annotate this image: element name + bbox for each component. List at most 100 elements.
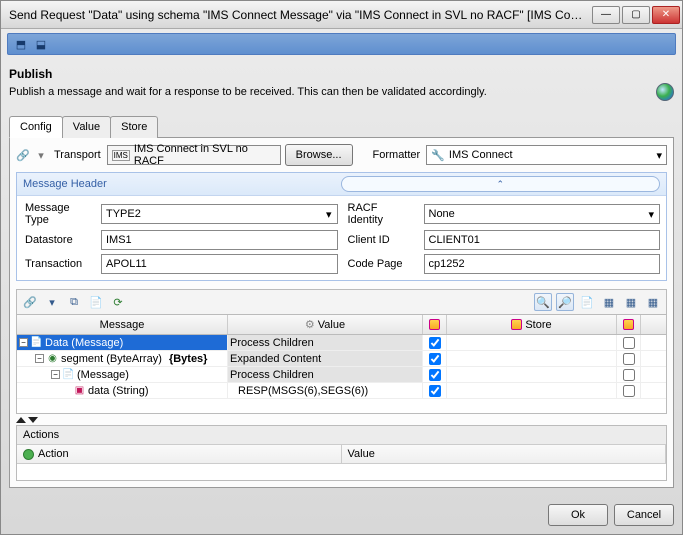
formatter-icon: 🔧 (431, 149, 445, 162)
transport-field: IMS IMS Connect in SVL no RACF (107, 145, 281, 165)
transport-label: Transport (52, 149, 103, 161)
tree-row-store[interactable] (623, 369, 635, 381)
collapse-icon[interactable]: ⌃ (341, 176, 661, 192)
expander-icon[interactable]: − (35, 354, 44, 363)
actions-title: Actions (17, 426, 666, 445)
chevron-down-icon: ▾ (656, 149, 662, 162)
titlebar[interactable]: Send Request "Data" using schema "IMS Co… (1, 1, 682, 29)
clientid-label: Client ID (346, 234, 416, 246)
tree-row-message[interactable]: − 📄 (Message) Process Children (17, 367, 666, 383)
message-tree-table: Message ⚙Value Store − 📄 Data (Message) … (16, 315, 667, 414)
tree-row-segment[interactable]: − ◉ segment (ByteArray) {Bytes} Expanded… (17, 351, 666, 367)
message-header-group: Message Header ⌃ Message Type TYPE2 ▾ RA… (16, 172, 667, 281)
section-title: Publish (9, 67, 674, 81)
grid3-icon[interactable]: ▦ (644, 293, 662, 311)
tree-row-store[interactable] (623, 385, 635, 397)
tree-row-name: data (String) (88, 385, 149, 397)
zoom-icon[interactable]: 🔍 (534, 293, 552, 311)
message-header-caption[interactable]: Message Header ⌃ (17, 173, 666, 196)
col-store[interactable]: Store (525, 319, 551, 331)
check-icon (23, 449, 34, 460)
browse-button[interactable]: Browse... (285, 144, 353, 166)
config-panel: 🔗 ▾ Transport IMS IMS Connect in SVL no … (9, 138, 674, 488)
tree-row-assert[interactable] (429, 385, 441, 397)
chain-icon[interactable]: 🔗 (16, 148, 30, 162)
col-value[interactable]: Value (318, 319, 345, 331)
message-type-label: Message Type (23, 202, 93, 226)
tree-row-value: RESP(MSGS(6),SEGS(6)) (238, 385, 368, 397)
tree-row-data[interactable]: − 📄 Data (Message) Process Children (17, 335, 666, 351)
tree-row-value: Expanded Content (230, 353, 321, 365)
tree-row-store[interactable] (623, 337, 635, 349)
copy-icon[interactable]: ⧉ (65, 293, 83, 311)
tree-row-value: Process Children (230, 369, 314, 381)
racf-select[interactable]: None ▾ (424, 204, 661, 224)
import-icon[interactable]: ⬒ (14, 37, 28, 51)
db-col-icon (429, 319, 440, 330)
close-button[interactable]: ✕ (652, 6, 680, 24)
refresh-icon[interactable]: ⟳ (109, 293, 127, 311)
codepage-label: Code Page (346, 258, 416, 270)
resize-handle[interactable] (16, 414, 667, 423)
minimize-button[interactable]: — (592, 6, 620, 24)
clientid-input[interactable] (424, 230, 661, 250)
grid2-icon[interactable]: ▦ (622, 293, 640, 311)
tree-row-assert[interactable] (429, 369, 441, 381)
actions-col-value[interactable]: Value (348, 448, 375, 460)
field-icon: ▣ (73, 384, 86, 397)
message-type-select[interactable]: TYPE2 ▾ (101, 204, 338, 224)
transport-row: 🔗 ▾ Transport IMS IMS Connect in SVL no … (16, 144, 667, 166)
ok-button[interactable]: Ok (548, 504, 608, 526)
cancel-button[interactable]: Cancel (614, 504, 674, 526)
col-message[interactable]: Message (100, 319, 145, 331)
chevron-down-icon: ▾ (323, 208, 335, 221)
expander-icon[interactable]: − (51, 370, 60, 379)
tree-row-name: Data (Message) (45, 337, 123, 349)
zoom-tree-icon[interactable]: 🔎 (556, 293, 574, 311)
datastore-input[interactable] (101, 230, 338, 250)
export-icon[interactable]: ⬓ (34, 37, 48, 51)
expander-icon[interactable]: − (19, 338, 28, 347)
list-view-icon[interactable]: 📄 (578, 293, 596, 311)
tree-row-datastr[interactable]: ▣ data (String) RESP(MSGS(6),SEGS(6)) (17, 383, 666, 399)
maximize-button[interactable]: ▢ (622, 6, 650, 24)
chevron-down-icon[interactable]: ▾ (34, 148, 48, 162)
ims-icon: IMS (112, 150, 130, 161)
dialog-window: Send Request "Data" using schema "IMS Co… (0, 0, 683, 535)
grid-icon[interactable]: ▦ (600, 293, 618, 311)
tab-config[interactable]: Config (9, 116, 63, 138)
message-toolbar: 🔗 ▾ ⧉ 📄 ⟳ 🔍 🔎 📄 ▦ ▦ ▦ (16, 289, 667, 315)
actions-col-action[interactable]: Action (38, 448, 69, 460)
transaction-label: Transaction (23, 258, 93, 270)
formatter-value: IMS Connect (449, 149, 653, 161)
racf-label: RACF Identity (346, 202, 416, 226)
actions-panel: Actions Action Value (16, 425, 667, 481)
tab-store[interactable]: Store (110, 116, 158, 138)
db-col2-icon (623, 319, 634, 330)
datastore-label: Datastore (23, 234, 93, 246)
tree-row-name: segment (ByteArray) (61, 353, 162, 365)
tree-row-assert[interactable] (429, 353, 441, 365)
main-toolbar: ⬒ ⬓ (7, 33, 676, 55)
tree-row-suffix: {Bytes} (169, 353, 208, 365)
transport-value: IMS Connect in SVL no RACF (134, 143, 276, 167)
sphere-icon: ◉ (46, 352, 59, 365)
chain-icon[interactable]: 🔗 (21, 293, 39, 311)
tree-header: Message ⚙Value Store (17, 315, 666, 335)
tabstrip: Config Value Store (9, 115, 674, 138)
paste-icon[interactable]: 📄 (87, 293, 105, 311)
actions-body (17, 464, 666, 480)
formatter-select[interactable]: 🔧 IMS Connect ▾ (426, 145, 667, 165)
dialog-buttons: Ok Cancel (1, 496, 682, 534)
triangle-down-icon (28, 417, 38, 423)
chevron-down-icon[interactable]: ▾ (43, 293, 61, 311)
window-title: Send Request "Data" using schema "IMS Co… (9, 8, 592, 22)
codepage-input[interactable] (424, 254, 661, 274)
tree-row-name: (Message) (77, 369, 129, 381)
tab-value[interactable]: Value (62, 116, 111, 138)
tree-row-store[interactable] (623, 353, 635, 365)
message-icon: 📄 (30, 336, 43, 349)
transaction-input[interactable] (101, 254, 338, 274)
triangle-up-icon (16, 417, 26, 423)
tree-row-assert[interactable] (429, 337, 441, 349)
